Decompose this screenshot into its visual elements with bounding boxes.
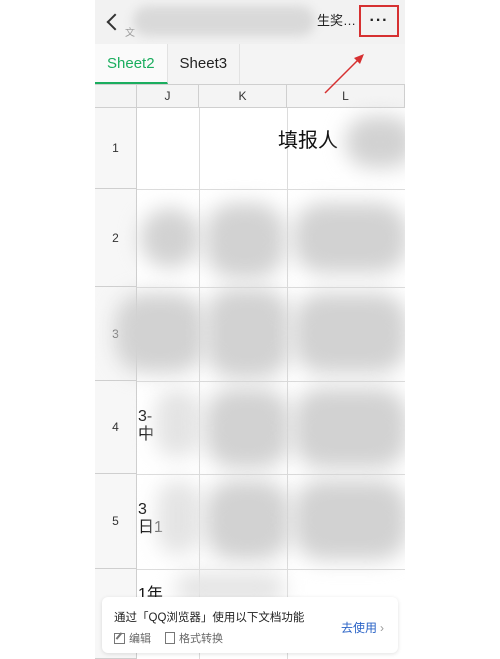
redacted-area <box>205 388 290 468</box>
column-header-k[interactable]: K <box>199 85 287 107</box>
redacted-area <box>157 480 200 555</box>
spreadsheet-grid[interactable]: 1 2 3 4 5 填报人 3- 中 3 日1 1年 <box>95 108 405 659</box>
grid-line <box>137 287 405 288</box>
redacted-area <box>115 293 205 373</box>
edit-icon <box>114 632 125 644</box>
redacted-area <box>205 203 285 278</box>
grid-line <box>137 381 405 382</box>
chevron-right-icon: › <box>380 621 384 635</box>
corner-cell <box>95 85 137 107</box>
row-header-4[interactable]: 4 <box>95 381 137 474</box>
more-options-button[interactable]: ··· <box>359 5 399 37</box>
tab-sheet3[interactable]: Sheet3 <box>168 44 241 84</box>
redacted-area <box>293 293 405 373</box>
sheet-tabs: Sheet2 Sheet3 <box>95 44 405 84</box>
cell-row4-text: 3- 中 <box>138 408 155 443</box>
document-icon <box>165 632 175 644</box>
column-header-l[interactable]: L <box>287 85 405 107</box>
redacted-area <box>155 388 200 458</box>
convert-label: 格式转换 <box>179 633 223 645</box>
redacted-area <box>293 388 405 468</box>
redacted-area <box>345 116 405 168</box>
back-arrow-icon[interactable] <box>103 10 125 34</box>
column-header-j[interactable]: J <box>137 85 199 107</box>
redacted-area <box>140 208 200 268</box>
edit-label: 编辑 <box>129 633 151 645</box>
redacted-area <box>293 480 405 560</box>
top-bar: 文 生奖… ··· <box>95 0 405 44</box>
cell-reporter-label: 填报人 <box>278 130 338 152</box>
tab-sheet2[interactable]: Sheet2 <box>95 44 168 84</box>
redacted-area <box>205 480 290 560</box>
go-use-button[interactable]: 去使用 › <box>341 619 384 636</box>
phone-screen: 文 生奖… ··· Sheet2 Sheet3 J K L 1 2 3 4 5 … <box>95 0 405 659</box>
row-header-5[interactable]: 5 <box>95 474 137 569</box>
open-in-browser-banner[interactable]: 通过「QQ浏览器」使用以下文档功能 编辑 格式转换 去使用 › <box>102 597 398 653</box>
more-dots-icon: ··· <box>369 12 389 29</box>
grid-line <box>287 108 288 659</box>
convert-action[interactable]: 格式转换 <box>165 630 223 646</box>
grid-line <box>137 189 405 190</box>
grid-line <box>137 474 405 475</box>
grid-line <box>137 569 405 570</box>
blurred-document-title <box>133 6 315 36</box>
row-header-1[interactable]: 1 <box>95 108 137 189</box>
document-title: 生奖… <box>317 13 357 28</box>
redacted-area <box>205 288 290 378</box>
go-use-label: 去使用 <box>340 621 377 635</box>
row-header-2[interactable]: 2 <box>95 189 137 287</box>
column-header-row: J K L <box>95 84 405 108</box>
redacted-area <box>293 203 405 273</box>
edit-action[interactable]: 编辑 <box>114 630 151 646</box>
banner-actions: 编辑 格式转换 <box>114 630 223 646</box>
banner-message: 通过「QQ浏览器」使用以下文档功能 <box>114 612 305 624</box>
